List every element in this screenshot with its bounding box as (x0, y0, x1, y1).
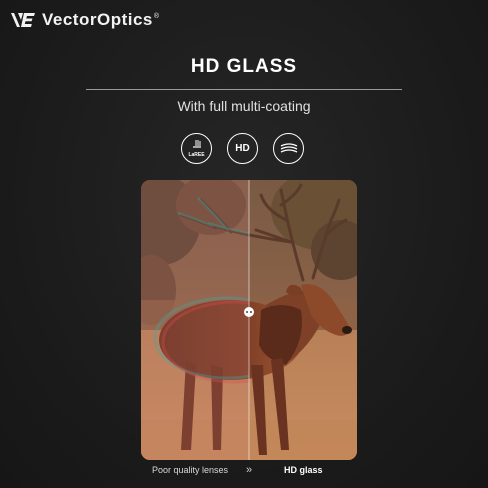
deer-photo (141, 180, 357, 460)
vector-optics-logo: VectorOptics® (10, 10, 160, 30)
double-arrow-icon: » (246, 464, 252, 476)
page-title: HD GLASS (190, 56, 298, 77)
trademark-symbol: ® (153, 13, 160, 21)
brand-name: VectorOptics® (42, 10, 160, 30)
page-subtitle: With full multi-coating (177, 98, 311, 114)
laree-badge: LaREE (181, 133, 212, 164)
hd-label: HD (235, 143, 250, 154)
hd-badge: HD (227, 133, 258, 164)
lens-comparison-image (141, 180, 357, 460)
hd-glass-caption: HD glass (284, 465, 323, 475)
brand-name-text: VectorOptics (42, 10, 153, 29)
multi-coating-badge (273, 133, 304, 164)
poor-quality-caption: Poor quality lenses (152, 465, 229, 475)
comparison-captions: Poor quality lenses » HD glass (0, 464, 488, 479)
title-divider (86, 89, 402, 90)
laree-label: LaREE (188, 152, 205, 158)
feature-badges: LaREE HD (181, 133, 304, 164)
vector-optics-logo-icon (11, 13, 35, 27)
multi-coating-icon (280, 142, 297, 153)
